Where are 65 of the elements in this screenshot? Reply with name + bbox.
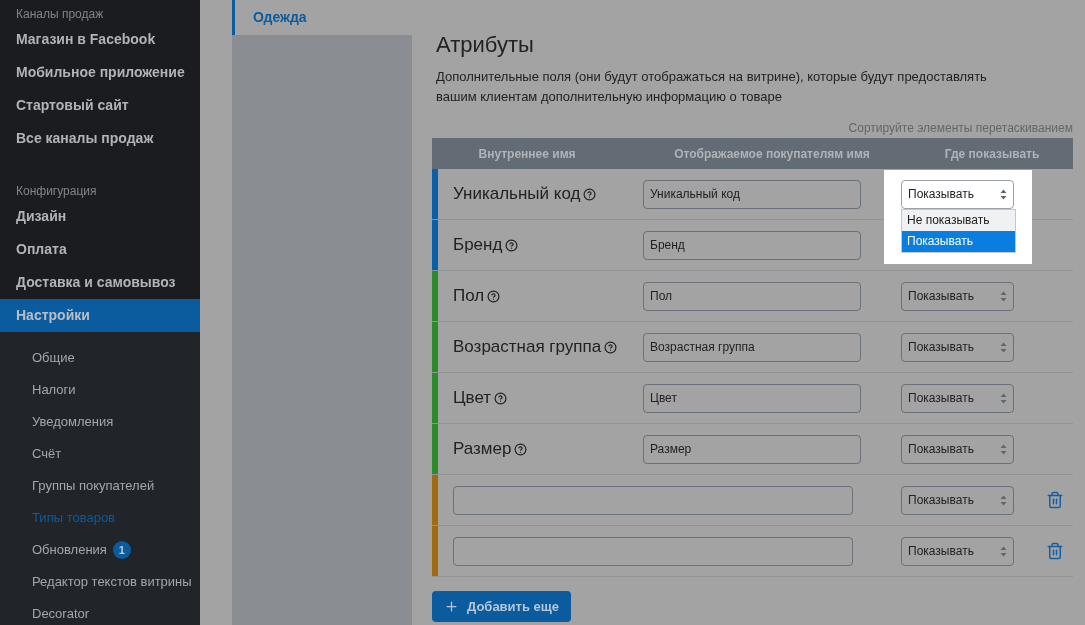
display-name-field[interactable]: Бренд <box>643 230 861 260</box>
count-badge: 1 <box>112 541 131 559</box>
help-icon[interactable] <box>487 289 501 303</box>
sidebar-item[interactable]: Все каналы продаж <box>0 122 200 155</box>
display-name-field[interactable]: Уникальный код <box>643 179 861 209</box>
help-icon[interactable] <box>514 442 528 456</box>
section-title: Атрибуты <box>435 31 535 59</box>
attribute-name: Бренд <box>453 234 503 257</box>
help-icon[interactable] <box>583 187 597 201</box>
select-arrows-icon <box>1000 341 1007 353</box>
select-arrows-icon <box>1000 443 1007 455</box>
select-arrows-icon <box>1000 494 1007 506</box>
sidebar-item[interactable]: Настройки <box>0 299 200 332</box>
attribute-name-field[interactable] <box>453 536 853 566</box>
sidebar-section-title: Конфигурация <box>15 183 98 200</box>
column-header: Где показывать <box>943 145 1041 163</box>
attribute-name: Цвет <box>453 387 492 410</box>
display-name-field[interactable]: Пол <box>643 281 861 311</box>
sidebar-item[interactable]: Магазин в Facebook <box>0 23 200 56</box>
help-icon[interactable] <box>494 391 508 405</box>
delete-icon[interactable] <box>1046 542 1064 560</box>
submenu-item[interactable]: Уведомления <box>32 412 114 432</box>
sidebar-item[interactable]: Мобильное приложение <box>0 56 200 89</box>
section-description: Дополнительные поля (они будут отображаться на витрине), которые будут предоставлять вашим клиентам дополнительную информацию о товаре <box>435 68 988 106</box>
sidebar-item[interactable]: Стартовый сайт <box>0 89 200 122</box>
dropdown-option[interactable]: Не показывать <box>902 209 1015 231</box>
submenu-item[interactable]: Счёт <box>32 444 62 464</box>
attribute-name: Размер <box>453 438 512 461</box>
display-name-field[interactable]: Возрастная группа <box>643 332 861 362</box>
submenu-item[interactable]: Обновления <box>32 540 107 560</box>
show-select[interactable]: Показывать <box>901 383 1014 413</box>
display-name-field[interactable]: Цвет <box>643 383 861 413</box>
sidebar-section-title: Каналы продаж <box>15 6 105 23</box>
column-header: Отображаемое покупателям имя <box>673 145 871 163</box>
show-select[interactable]: Показывать <box>901 281 1014 311</box>
sort-hint: Сортируйте элементы перетаскиванием <box>848 120 1073 137</box>
submenu-item[interactable]: Decorator <box>32 604 90 624</box>
submenu-item[interactable]: Группы покупателей <box>32 476 155 496</box>
help-icon[interactable] <box>604 340 618 354</box>
submenu-item[interactable]: Налоги <box>32 380 76 400</box>
submenu-item[interactable]: Редактор текстов витрины <box>32 572 192 592</box>
select-arrows-icon <box>1000 545 1007 557</box>
plus-icon <box>444 599 459 614</box>
sidebar-item[interactable]: Оплата <box>0 233 200 266</box>
attribute-name: Уникальный код <box>453 183 581 206</box>
help-icon[interactable] <box>505 238 519 252</box>
attribute-name: Пол <box>453 285 485 308</box>
dropdown-option[interactable]: Показывать <box>902 230 1015 252</box>
show-select[interactable]: Показывать <box>901 434 1014 464</box>
delete-icon[interactable] <box>1046 491 1064 509</box>
add-button[interactable]: Добавить еще <box>432 591 571 622</box>
sidebar-item[interactable]: Доставка и самовывоз <box>0 266 200 299</box>
select-arrows-icon <box>1000 290 1007 302</box>
show-select[interactable]: Показывать <box>901 332 1014 362</box>
sidebar-item[interactable]: Дизайн <box>0 200 200 233</box>
show-select[interactable]: Показывать <box>901 485 1014 515</box>
select-arrows-icon <box>1000 188 1007 200</box>
show-select[interactable]: Показывать <box>901 536 1014 566</box>
show-select[interactable]: Показывать <box>901 179 1014 209</box>
column-header: Внутреннее имя <box>477 145 577 163</box>
display-name-field[interactable]: Размер <box>643 434 861 464</box>
submenu-item[interactable]: Общие <box>32 348 75 368</box>
attribute-name-field[interactable] <box>453 485 853 515</box>
attribute-name: Возрастная группа <box>453 336 602 359</box>
select-arrows-icon <box>1000 392 1007 404</box>
